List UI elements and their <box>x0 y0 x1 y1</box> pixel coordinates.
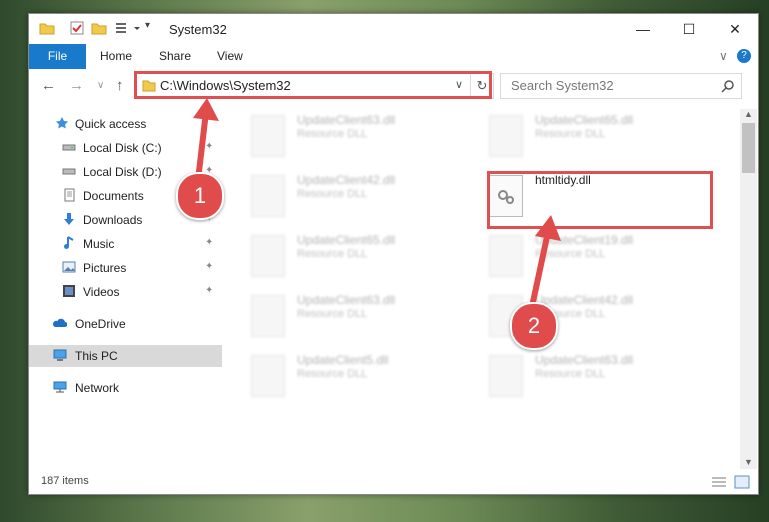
step-badge-2: 2 <box>510 302 558 350</box>
arrow-1 <box>195 111 209 181</box>
step-badge-1: 1 <box>176 172 224 220</box>
annotation-arrows <box>193 98 561 317</box>
arrow-2-head <box>535 215 561 241</box>
arrow-1-head <box>193 98 219 121</box>
